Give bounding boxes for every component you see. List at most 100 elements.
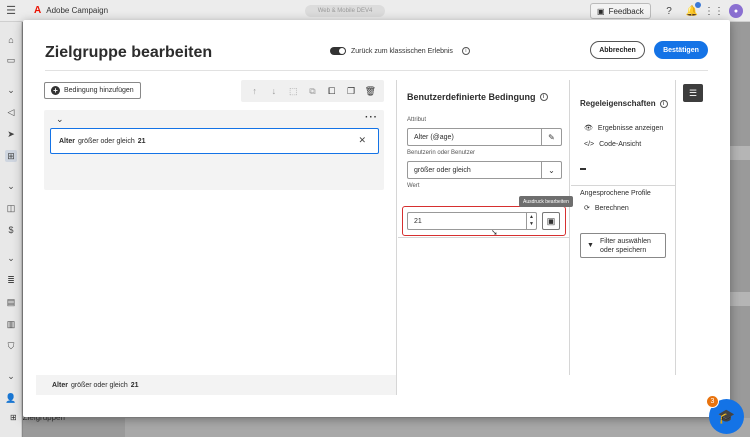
value-input[interactable]: 21 ▲ ▼ (407, 212, 537, 230)
chevron-down-icon[interactable]: ▼ (529, 221, 534, 228)
rule-properties-title: Regeleigenschaften i (580, 99, 668, 108)
attribute-label: Attribut (407, 117, 427, 123)
apps-grid-icon[interactable]: ⋮⋮ (704, 4, 724, 18)
graduation-cap-icon: 🎓 (717, 408, 736, 424)
home-icon[interactable]: ⌂ (5, 34, 17, 46)
ungroup-icon[interactable]: ⧉ (306, 85, 318, 97)
menu-icon[interactable]: ☰ (0, 0, 22, 22)
chevron-icon[interactable]: ⌄ (5, 180, 17, 192)
rule-properties-title-text: Regeleigenschaften (580, 99, 656, 108)
condition-operator: größer oder gleich (77, 137, 135, 145)
brand-name: Adobe Campaign (46, 6, 109, 15)
calculate-button[interactable]: ⟳ Berechnen (584, 204, 629, 213)
shield-icon[interactable]: ⛉ (5, 340, 17, 352)
summary-attribute: Alter (52, 381, 68, 389)
condition-node[interactable]: Alter größer oder gleich 21 ✕ (50, 128, 379, 154)
code-view-link[interactable]: </> Code-Ansicht (584, 141, 641, 148)
filter-button[interactable]: ▼ Filter auswählen oder speichern (580, 233, 666, 258)
background-field (728, 291, 750, 307)
chevron-icon[interactable]: ⌄ (5, 252, 17, 264)
show-results-label: Ergebnisse anzeigen (597, 124, 664, 132)
show-results-link[interactable]: 👁 Ergebnisse anzeigen (584, 124, 664, 133)
attribute-value: Alter (@age) (414, 133, 454, 141)
chevron-down-icon[interactable]: ⌄ (541, 162, 561, 178)
classic-experience-toggle[interactable] (330, 47, 346, 55)
edit-audience-dialog: Zielgruppe bearbeiten Zurück zum klassis… (23, 20, 730, 417)
custom-condition-title-text: Benutzerdefinierte Bedingung (407, 92, 536, 102)
filter-icon: ▼ (587, 242, 594, 249)
rule-builder: + Bedingung hinzufügen ↑ ↓ ⬚ ⧉ ⧠ ❐ 🗑 ⌄ ·… (36, 80, 397, 395)
campaign-icon[interactable]: ◁ (5, 106, 17, 118)
select-icon[interactable]: ⬚ (287, 85, 299, 97)
feedback-button[interactable]: ▣ Feedback (590, 3, 651, 19)
add-condition-button[interactable]: + Bedingung hinzufügen (44, 82, 141, 99)
trash-icon[interactable]: 🗑 (364, 85, 376, 97)
value-stepper[interactable]: ▲ ▼ (526, 213, 536, 229)
audiences-icon[interactable]: ⊞ (5, 150, 17, 162)
close-icon[interactable]: ✕ (358, 135, 366, 146)
content-icon[interactable]: ◫ (5, 202, 17, 214)
summary-operator: größer oder gleich (70, 381, 128, 389)
summary-value: 21 (130, 381, 139, 389)
info-icon[interactable]: i (539, 93, 548, 101)
info-icon[interactable]: i (659, 99, 668, 108)
more-options-icon[interactable]: ··· (365, 112, 378, 123)
org-switcher[interactable]: Web & Mobile DEV4 (305, 5, 385, 17)
rule-canvas: ⌄ ··· Alter größer oder gleich 21 ✕ (44, 110, 384, 190)
divider (45, 70, 708, 71)
targeted-profiles-label: Angesprochene Profile (580, 190, 651, 197)
left-rail: ⌂ ▭ ⌄ ◁ ➤ ⊞ ⌄ ◫ $ ⌄ ≣ ▤ ▥ ⛉ ⌄ 👤 (0, 22, 22, 437)
mouse-cursor-icon: ➘ (491, 228, 498, 237)
avatar[interactable]: ● (729, 4, 743, 18)
brand: A Adobe Campaign (34, 5, 108, 16)
custom-condition-panel: Benutzerdefinierte Bedingung i Attribut … (398, 80, 573, 375)
send-icon[interactable]: ➤ (5, 128, 17, 140)
stack-icon[interactable]: ▤ (5, 296, 17, 308)
folder-icon[interactable]: ▭ (5, 54, 17, 66)
list-icon[interactable]: ≣ (5, 274, 17, 286)
divider (571, 185, 676, 186)
feedback-label: Feedback (608, 6, 644, 16)
condition-attribute: Alter (59, 137, 75, 145)
edit-icon[interactable]: ✎ (541, 129, 561, 145)
chevron-icon[interactable]: ⌄ (5, 84, 17, 96)
operator-select[interactable]: größer oder gleich ⌄ (407, 161, 562, 179)
copy-icon[interactable]: ⧠ (326, 85, 338, 97)
filter-label: Filter auswählen oder speichern (600, 237, 651, 255)
edit-expression-button[interactable]: ▣ (542, 212, 560, 230)
tooltip: Ausdruck bearbeiten (519, 196, 573, 207)
info-icon[interactable]: i (461, 47, 470, 55)
operator-label: Benutzerin oder Benutzer (407, 150, 476, 156)
add-condition-label: Bedingung hinzufügen (64, 87, 134, 94)
paste-icon[interactable]: ❐ (345, 85, 357, 97)
arrow-down-icon[interactable]: ↓ (268, 85, 280, 97)
value-text: 21 (414, 217, 422, 225)
rule-properties-panel: Regeleigenschaften i 👁 Ergebnisse anzeig… (571, 80, 676, 375)
chevron-down-icon[interactable]: ⌄ (56, 114, 64, 125)
user-icon[interactable]: 👤 (5, 392, 17, 404)
chevron-up-icon[interactable]: ▲ (529, 214, 534, 221)
dollar-icon[interactable]: $ (5, 224, 17, 236)
properties-settings-button[interactable]: ☰ (683, 84, 703, 102)
sliders-icon: ☰ (688, 87, 698, 98)
rule-summary: Alter größer oder gleich 21 (36, 375, 396, 395)
notification-dot (695, 2, 701, 8)
feedback-icon: ▣ (597, 6, 605, 16)
bell-icon[interactable]: 🔔 (685, 2, 701, 18)
cancel-button[interactable]: Abbrechen (590, 41, 645, 59)
divider (398, 237, 570, 238)
filter-label-line2: oder speichern (599, 246, 647, 254)
code-icon: </> (584, 141, 595, 148)
arrow-up-icon[interactable]: ↑ (249, 85, 261, 97)
background-footer (125, 418, 750, 437)
background-field (728, 145, 750, 161)
plus-icon: + (51, 86, 60, 95)
chart-icon[interactable]: ▥ (5, 318, 17, 330)
confirm-button[interactable]: Bestätigen (654, 41, 708, 59)
operator-value: größer oder gleich (414, 166, 471, 174)
audiences-icon: ⊞ (10, 413, 17, 422)
chevron-icon[interactable]: ⌄ (5, 370, 17, 382)
help-icon[interactable]: ? (662, 4, 676, 18)
attribute-field[interactable]: Alter (@age) ✎ (407, 128, 562, 146)
adobe-logo-icon: A (34, 5, 42, 16)
